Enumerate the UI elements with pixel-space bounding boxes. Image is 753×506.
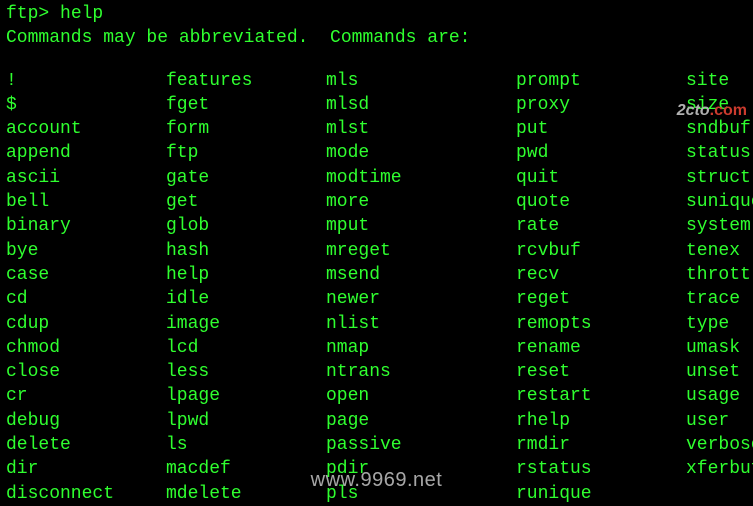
command-item: reset bbox=[516, 360, 686, 384]
command-item: verbose bbox=[686, 433, 753, 457]
commands-col-5: sitesizesndbufstatusstructsuniquesystemt… bbox=[686, 69, 753, 506]
command-item: ntrans bbox=[326, 360, 516, 384]
command-item: form bbox=[166, 117, 326, 141]
command-item: append bbox=[6, 141, 166, 165]
command-item: usage bbox=[686, 384, 753, 408]
command-item: unset bbox=[686, 360, 753, 384]
command-item: tenex bbox=[686, 239, 753, 263]
command-item: xferbuf bbox=[686, 457, 753, 481]
command-item: size bbox=[686, 93, 753, 117]
command-item: page bbox=[326, 409, 516, 433]
command-item: image bbox=[166, 312, 326, 336]
command-item: macdef bbox=[166, 457, 326, 481]
command-item: close bbox=[6, 360, 166, 384]
command-item: more bbox=[326, 190, 516, 214]
commands-col-3: mlsmlsdmlstmodemodtimemoremputmregetmsen… bbox=[326, 69, 516, 506]
help-header: Commands may be abbreviated. Commands ar… bbox=[6, 26, 747, 50]
command-item: account bbox=[6, 117, 166, 141]
commands-grid: !$accountappendasciibellbinarybyecasecdc… bbox=[6, 69, 747, 506]
command-item: ls bbox=[166, 433, 326, 457]
command-item: $ bbox=[6, 93, 166, 117]
command-item: ! bbox=[6, 69, 166, 93]
command-item: runique bbox=[516, 482, 686, 506]
command-item: trace bbox=[686, 287, 753, 311]
command-item: ascii bbox=[6, 166, 166, 190]
command-item: nmap bbox=[326, 336, 516, 360]
commands-col-4: promptproxyputpwdquitquoteratercvbufrecv… bbox=[516, 69, 686, 506]
command-item: quote bbox=[516, 190, 686, 214]
command-item: user bbox=[686, 409, 753, 433]
command-item: modtime bbox=[326, 166, 516, 190]
command-item: put bbox=[516, 117, 686, 141]
command-item: dir bbox=[6, 457, 166, 481]
command-item: nlist bbox=[326, 312, 516, 336]
command-item: rate bbox=[516, 214, 686, 238]
command-item: mlsd bbox=[326, 93, 516, 117]
command-item: binary bbox=[6, 214, 166, 238]
command-item: fget bbox=[166, 93, 326, 117]
command-item: pwd bbox=[516, 141, 686, 165]
command-item: mput bbox=[326, 214, 516, 238]
command-item: help bbox=[166, 263, 326, 287]
command-item: mode bbox=[326, 141, 516, 165]
command-item: umask bbox=[686, 336, 753, 360]
command-item: msend bbox=[326, 263, 516, 287]
command-item: disconnect bbox=[6, 482, 166, 506]
command-item: struct bbox=[686, 166, 753, 190]
command-item: prompt bbox=[516, 69, 686, 93]
command-item: open bbox=[326, 384, 516, 408]
command-item: delete bbox=[6, 433, 166, 457]
command-item: chmod bbox=[6, 336, 166, 360]
entered-command: help bbox=[60, 4, 103, 24]
command-item: type bbox=[686, 312, 753, 336]
command-item: case bbox=[6, 263, 166, 287]
command-item: restart bbox=[516, 384, 686, 408]
commands-col-1: !$accountappendasciibellbinarybyecasecdc… bbox=[6, 69, 166, 506]
command-item: rhelp bbox=[516, 409, 686, 433]
command-item: debug bbox=[6, 409, 166, 433]
prompt-line[interactable]: ftp> help bbox=[6, 2, 747, 26]
command-item: glob bbox=[166, 214, 326, 238]
command-item: rmdir bbox=[516, 433, 686, 457]
command-item: sunique bbox=[686, 190, 753, 214]
command-item: passive bbox=[326, 433, 516, 457]
command-item: lpwd bbox=[166, 409, 326, 433]
command-item: bell bbox=[6, 190, 166, 214]
command-item: mls bbox=[326, 69, 516, 93]
command-item: hash bbox=[166, 239, 326, 263]
command-item: recv bbox=[516, 263, 686, 287]
command-item: cdup bbox=[6, 312, 166, 336]
command-item: mlst bbox=[326, 117, 516, 141]
command-item: idle bbox=[166, 287, 326, 311]
command-item: gate bbox=[166, 166, 326, 190]
command-item: rstatus bbox=[516, 457, 686, 481]
command-item: lpage bbox=[166, 384, 326, 408]
command-item: remopts bbox=[516, 312, 686, 336]
command-item: rename bbox=[516, 336, 686, 360]
command-item: site bbox=[686, 69, 753, 93]
command-item: reget bbox=[516, 287, 686, 311]
command-item: ftp bbox=[166, 141, 326, 165]
command-item: rcvbuf bbox=[516, 239, 686, 263]
command-item: newer bbox=[326, 287, 516, 311]
command-item: cd bbox=[6, 287, 166, 311]
command-item: system bbox=[686, 214, 753, 238]
command-item: get bbox=[166, 190, 326, 214]
command-item: pls bbox=[326, 482, 516, 506]
command-item: throttle bbox=[686, 263, 753, 287]
commands-col-2: featuresfgetformftpgategetglobhashhelpid… bbox=[166, 69, 326, 506]
command-item: cr bbox=[6, 384, 166, 408]
command-item: proxy bbox=[516, 93, 686, 117]
command-item: pdir bbox=[326, 457, 516, 481]
ftp-prompt: ftp> bbox=[6, 4, 60, 24]
command-item: less bbox=[166, 360, 326, 384]
command-item: status bbox=[686, 141, 753, 165]
command-item: mreget bbox=[326, 239, 516, 263]
command-item: mdelete bbox=[166, 482, 326, 506]
command-item: quit bbox=[516, 166, 686, 190]
command-item: sndbuf bbox=[686, 117, 753, 141]
command-item: bye bbox=[6, 239, 166, 263]
command-item: lcd bbox=[166, 336, 326, 360]
command-item: features bbox=[166, 69, 326, 93]
